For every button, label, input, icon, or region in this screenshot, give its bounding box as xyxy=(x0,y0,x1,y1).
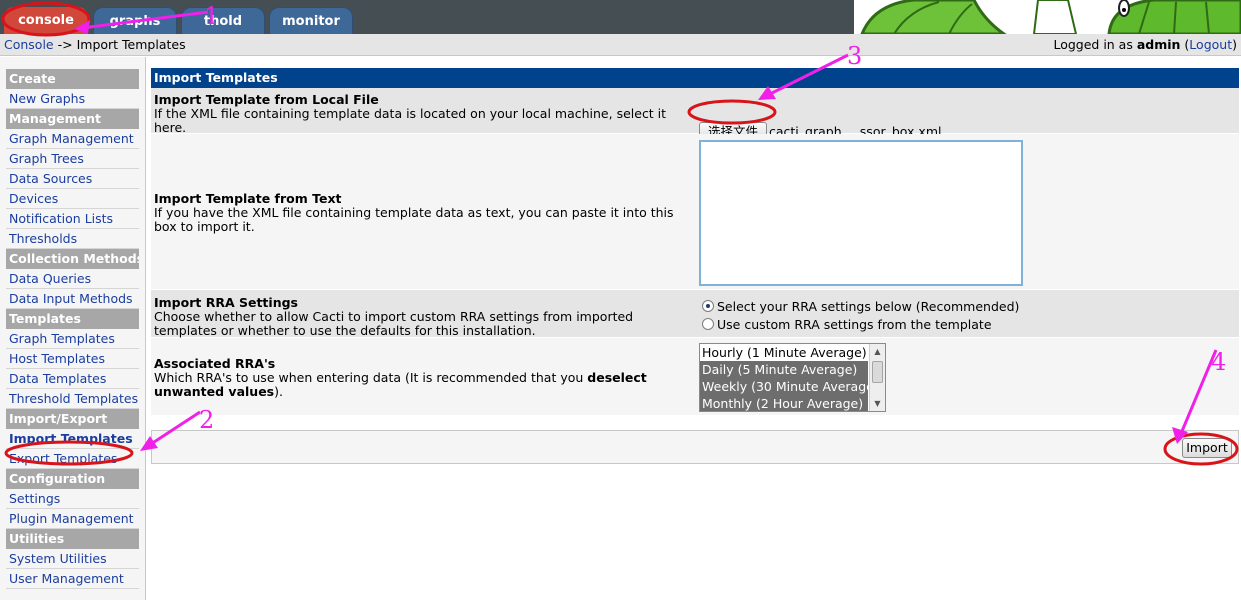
text-import-desc: If you have the XML file containing temp… xyxy=(154,205,674,234)
sidebar-section-header: Management xyxy=(6,109,139,129)
rra-settings-desc: Choose whether to allow Cacti to import … xyxy=(154,309,634,338)
scroll-thumb[interactable] xyxy=(872,361,883,383)
cactus-logo-graphic xyxy=(854,0,1241,34)
associated-rra-title: Associated RRA's xyxy=(154,356,276,371)
breadcrumb-console-link[interactable]: Console xyxy=(4,37,54,52)
sidebar-section-header: Templates xyxy=(6,309,139,329)
tab-monitor[interactable]: monitor xyxy=(269,7,353,34)
file-import-label: Import Template from Local File If the X… xyxy=(154,93,674,135)
sidebar-item-graph-management[interactable]: Graph Management xyxy=(6,129,139,149)
screen: console graphs thold monitor Console -> … xyxy=(0,0,1241,600)
sidebar-section-header: Configuration xyxy=(6,469,139,489)
logged-in-label: Logged in as xyxy=(1053,37,1133,52)
sidebar-item-export-templates[interactable]: Export Templates xyxy=(6,449,139,469)
annotation-number-4: 4 xyxy=(1211,348,1227,376)
sidebar-item-graph-trees[interactable]: Graph Trees xyxy=(6,149,139,169)
sidebar-item-data-templates[interactable]: Data Templates xyxy=(6,369,139,389)
annotation-number-1: 1 xyxy=(204,2,220,30)
import-templates-panel: Import Templates Import Template from Lo… xyxy=(151,68,1239,464)
import-button[interactable]: Import xyxy=(1182,438,1232,458)
tab-console[interactable]: console xyxy=(4,7,88,34)
sidebar-item-devices[interactable]: Devices xyxy=(6,189,139,209)
sidebar-item-plugin-management[interactable]: Plugin Management xyxy=(6,509,139,529)
radio-option-recommended[interactable]: Select your RRA settings below (Recommen… xyxy=(702,299,1019,314)
rra-settings-label: Import RRA Settings Choose whether to al… xyxy=(154,296,674,338)
sidebar-item-system-utilities[interactable]: System Utilities xyxy=(6,549,139,569)
sidebar-item-notification-lists[interactable]: Notification Lists xyxy=(6,209,139,229)
associated-rra-desc-end: ). xyxy=(274,384,283,399)
scroll-up-icon[interactable]: ▲ xyxy=(870,344,885,359)
sidebar-item-data-input-methods[interactable]: Data Input Methods xyxy=(6,289,139,309)
tab-thold[interactable]: thold xyxy=(181,7,265,34)
associated-rra-label: Associated RRA's Which RRA's to use when… xyxy=(154,357,674,399)
file-import-title: Import Template from Local File xyxy=(154,92,379,107)
annotation-number-3: 3 xyxy=(847,42,863,70)
sidebar-item-new-graphs[interactable]: New Graphs xyxy=(6,89,139,109)
cactus-logo xyxy=(854,0,1241,34)
sidebar-section-header: Collection Methods xyxy=(6,249,139,269)
logout-link[interactable]: Logout xyxy=(1189,37,1232,52)
radio-button-unchecked[interactable] xyxy=(702,318,714,330)
sidebar-item-data-queries[interactable]: Data Queries xyxy=(6,269,139,289)
breadcrumb-separator: -> xyxy=(57,37,73,52)
rra-multiselect[interactable]: Hourly (1 Minute Average) Daily (5 Minute… xyxy=(699,343,886,412)
sidebar-item-thresholds[interactable]: Thresholds xyxy=(6,229,139,249)
breadcrumb-current: Import Templates xyxy=(76,37,186,52)
rra-option[interactable]: Hourly (1 Minute Average) xyxy=(700,344,868,361)
text-import-title: Import Template from Text xyxy=(154,191,342,206)
sidebar-menu: Create New Graphs Management Graph Manageme… xyxy=(6,69,139,589)
sidebar-item-user-management[interactable]: User Management xyxy=(6,569,139,589)
associated-rra-desc-text: Which RRA's to use when entering data (I… xyxy=(154,370,584,385)
sidebar-section-header: Create xyxy=(6,69,139,89)
sidebar-item-host-templates[interactable]: Host Templates xyxy=(6,349,139,369)
rra-settings-row: Import RRA Settings Choose whether to al… xyxy=(151,290,1239,338)
rra-option[interactable]: Monthly (2 Hour Average) xyxy=(700,395,868,411)
text-import-row: Import Template from Text If you have th… xyxy=(151,134,1239,290)
sidebar-item-settings[interactable]: Settings xyxy=(6,489,139,509)
panel-title: Import Templates xyxy=(151,68,1239,88)
radio-label-recommended: Select your RRA settings below (Recommen… xyxy=(717,299,1020,314)
rra-option[interactable]: Weekly (30 Minute Average) xyxy=(700,378,879,395)
rra-option[interactable]: Daily (5 Minute Average) xyxy=(700,361,868,378)
top-tab-bar: console graphs thold monitor xyxy=(0,0,1241,34)
radio-button-checked[interactable] xyxy=(702,300,714,312)
sidebar-item-threshold-templates[interactable]: Threshold Templates xyxy=(6,389,139,409)
sidebar-item-graph-templates[interactable]: Graph Templates xyxy=(6,329,139,349)
sidebar-section-header: Import/Export xyxy=(6,409,139,429)
rra-settings-title: Import RRA Settings xyxy=(154,295,298,310)
associated-rra-row: Associated RRA's Which RRA's to use when… xyxy=(151,338,1239,416)
radio-option-custom[interactable]: Use custom RRA settings from the templat… xyxy=(702,317,992,332)
sidebar-item-data-sources[interactable]: Data Sources xyxy=(6,169,139,189)
radio-label-custom: Use custom RRA settings from the templat… xyxy=(717,317,992,332)
rra-options: Hourly (1 Minute Average) Daily (5 Minute… xyxy=(700,344,885,411)
file-import-row: Import Template from Local File If the X… xyxy=(151,88,1239,142)
breadcrumb: Console -> Import Templates xyxy=(4,34,186,56)
sidebar-section-header: Utilities xyxy=(6,529,139,549)
tab-graphs[interactable]: graphs xyxy=(93,7,177,34)
file-import-desc: If the XML file containing template data… xyxy=(154,106,667,135)
text-import-label: Import Template from Text If you have th… xyxy=(154,192,674,234)
xml-text-area[interactable] xyxy=(699,140,1023,286)
username: admin xyxy=(1136,37,1181,52)
user-status: Logged in as admin (Logout) xyxy=(1053,37,1237,52)
import-action-row: Import xyxy=(151,430,1239,464)
annotation-number-2: 2 xyxy=(199,406,215,434)
sidebar: Create New Graphs Management Graph Manageme… xyxy=(0,57,146,600)
sidebar-item-import-templates[interactable]: Import Templates xyxy=(6,429,139,449)
breadcrumb-bar: Console -> Import Templates Logged in as… xyxy=(0,34,1241,56)
rra-scrollbar[interactable]: ▲ ▼ xyxy=(869,344,885,411)
associated-rra-desc: Which RRA's to use when entering data (I… xyxy=(154,370,647,399)
scroll-down-icon[interactable]: ▼ xyxy=(870,396,885,411)
